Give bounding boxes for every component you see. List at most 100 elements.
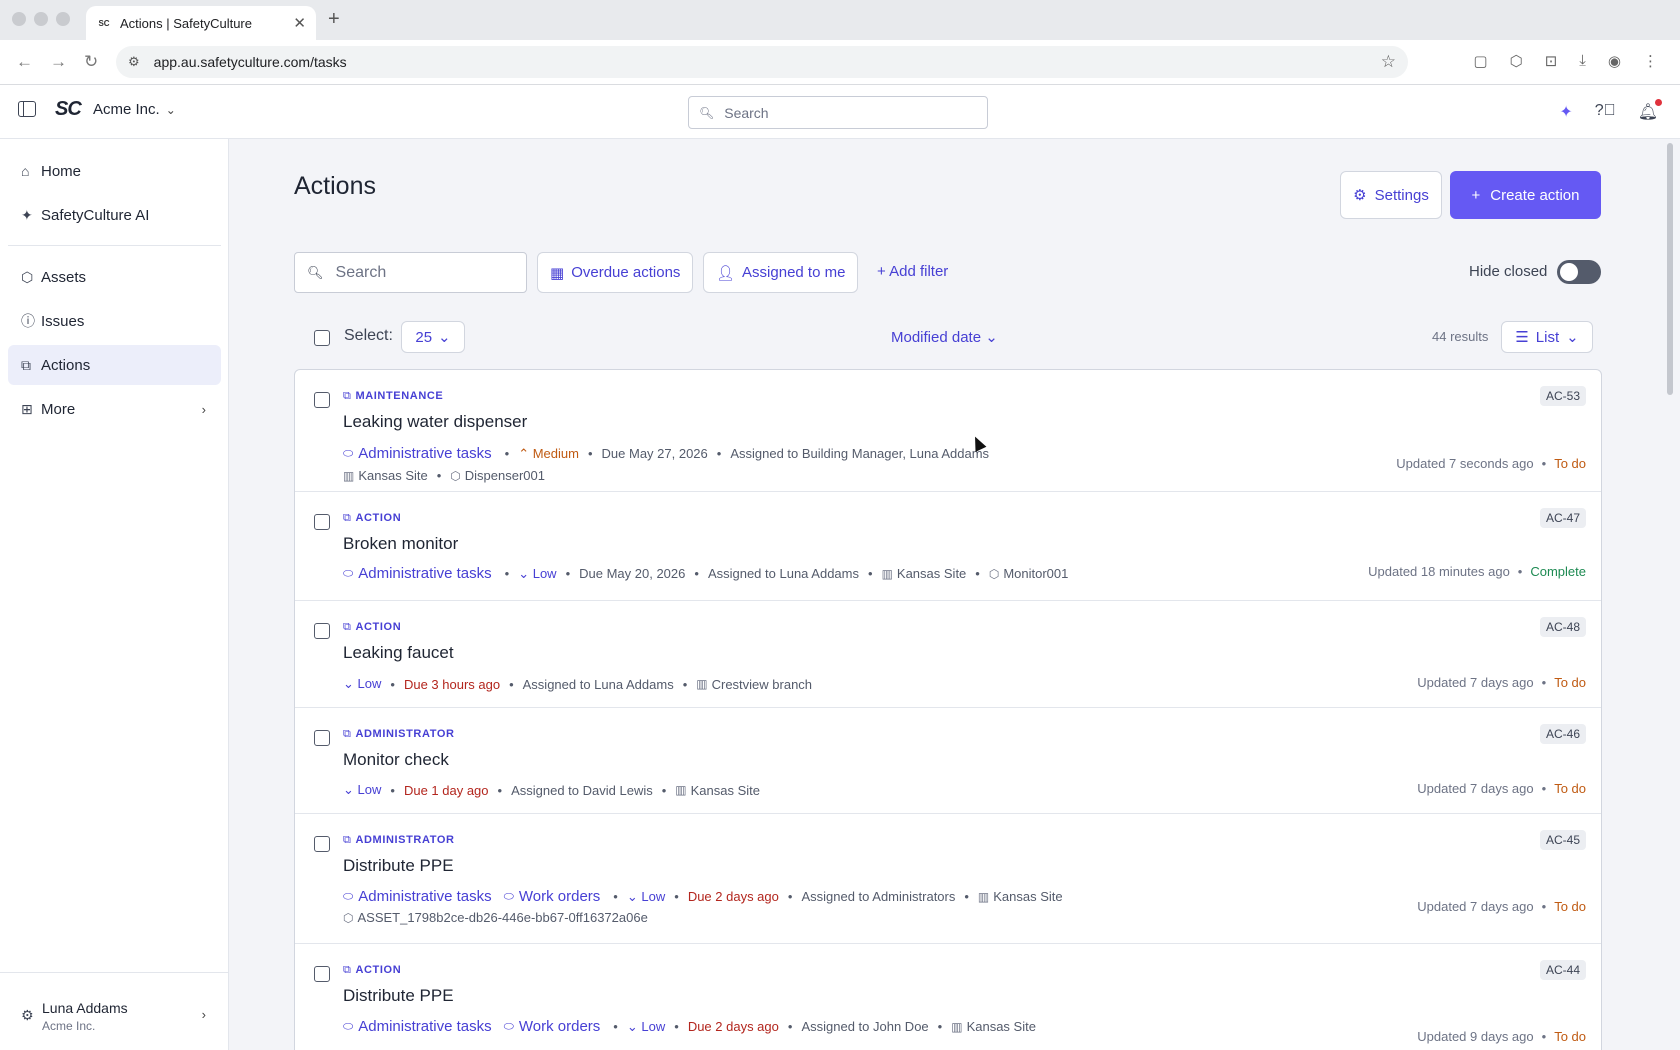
sidebar-toggle-icon[interactable] bbox=[18, 101, 36, 117]
safetyculture-logo[interactable]: SC bbox=[55, 98, 82, 121]
due-date: Due 1 day ago bbox=[403, 782, 489, 798]
tag-icon: ⬭ bbox=[343, 1019, 354, 1033]
label-chip[interactable]: ⬭ Work orders bbox=[504, 888, 601, 905]
settings-button[interactable]: ⚙ Settings bbox=[1340, 171, 1442, 219]
assigned-to-me-filter[interactable]: 👤︎ Assigned to me bbox=[703, 252, 859, 293]
browser-menu-icon[interactable]: ⋮ bbox=[1643, 52, 1658, 70]
sort-select[interactable]: Modified date ⌄ bbox=[891, 328, 998, 346]
page-size-select[interactable]: 25 ⌄ bbox=[401, 321, 465, 353]
profile-icon[interactable]: ◉ bbox=[1608, 52, 1621, 70]
label-chip[interactable]: ⬭ Administrative tasks bbox=[343, 1018, 492, 1035]
action-title[interactable]: Leaking water dispenser bbox=[343, 412, 527, 432]
overdue-actions-filter[interactable]: ▦ Overdue actions bbox=[537, 252, 694, 293]
org-switcher[interactable]: Acme Inc. ⌄ bbox=[93, 101, 176, 118]
actions-search-input[interactable]: 🔍︎ Search bbox=[294, 252, 527, 293]
list-item[interactable]: ⧉ ACTION Distribute PPE ⬭ Administrative t… bbox=[295, 944, 1601, 1050]
maximize-window-button[interactable] bbox=[56, 12, 70, 26]
sidebar-item-assets[interactable]: ⬡ Assets bbox=[8, 257, 221, 297]
site-settings-icon[interactable]: ⚙ bbox=[128, 54, 140, 70]
hide-closed-toggle[interactable] bbox=[1557, 260, 1601, 284]
label-text: Administrative tasks bbox=[358, 888, 492, 905]
close-window-button[interactable] bbox=[12, 12, 26, 26]
user-menu[interactable]: ⚙ Luna Addams Acme Inc. › bbox=[0, 972, 229, 1050]
list-item[interactable]: ⧉ ADMINISTRATOR Distribute PPE ⬭ Administr… bbox=[295, 814, 1601, 944]
help-icon[interactable]: ?⃝ bbox=[1595, 102, 1616, 122]
extensions-icon[interactable]: ⬡ bbox=[1510, 52, 1523, 70]
new-tab-button[interactable]: + bbox=[328, 8, 340, 31]
action-meta: ⬭ Administrative tasks ⬭ Work orders • ⌄ L… bbox=[343, 888, 1063, 905]
page-scrollbar[interactable] bbox=[1660, 139, 1680, 1050]
actions-search-placeholder: Search bbox=[335, 263, 387, 281]
action-title[interactable]: Monitor check bbox=[343, 750, 449, 770]
sidebar-item-more[interactable]: ⊞ More › bbox=[8, 389, 221, 429]
notifications-bell-icon[interactable]: 🔔︎ bbox=[1638, 99, 1663, 122]
chevron-down-icon: ⌄ bbox=[518, 565, 530, 581]
sidebar-item-home[interactable]: ⌂ Home bbox=[8, 151, 221, 191]
status-label: To do bbox=[1554, 456, 1586, 471]
label-chip[interactable]: ⬭ Administrative tasks bbox=[343, 565, 492, 582]
asset: ASSET_1798b2ce-db26-446e-bb67-0ff16372a0… bbox=[357, 910, 648, 925]
row-checkbox[interactable] bbox=[314, 730, 330, 746]
select-all-checkbox[interactable] bbox=[314, 330, 330, 346]
list-item[interactable]: ⧉ MAINTENANCE Leaking water dispenser ⬭ Ad… bbox=[295, 370, 1601, 492]
chevron-down-icon: ⌄ bbox=[626, 1018, 638, 1034]
priority: ⌄ Low bbox=[627, 889, 665, 905]
screenshot-icon[interactable]: ▢ bbox=[1473, 52, 1487, 70]
search-icon: 🔍︎ bbox=[307, 264, 324, 280]
address-bar[interactable]: ⚙ app.au.safetyculture.com/tasks ☆ bbox=[116, 46, 1408, 78]
action-status: Updated 7 seconds ago • To do bbox=[1396, 456, 1586, 471]
alert-icon: ⓘ bbox=[21, 313, 35, 329]
label-chip[interactable]: ⬭ Administrative tasks bbox=[343, 445, 492, 462]
row-checkbox[interactable] bbox=[314, 966, 330, 982]
label-text: Administrative tasks bbox=[358, 445, 492, 462]
create-action-button[interactable]: + Create action bbox=[1450, 171, 1601, 219]
row-checkbox[interactable] bbox=[314, 514, 330, 530]
action-ref-badge: AC-45 bbox=[1539, 830, 1586, 850]
add-filter-button[interactable]: + Add filter bbox=[877, 263, 948, 280]
tag-icon: ⬭ bbox=[503, 889, 514, 903]
close-tab-icon[interactable]: ✕ bbox=[293, 14, 306, 32]
tab-search-icon[interactable]: ⊡ bbox=[1545, 52, 1558, 70]
ai-sparkle-icon[interactable]: ✦ bbox=[1559, 102, 1572, 122]
bookmark-star-icon[interactable]: ☆ bbox=[1381, 52, 1396, 72]
back-icon[interactable]: ← bbox=[16, 52, 33, 72]
reload-icon[interactable]: ↻ bbox=[84, 52, 98, 72]
row-checkbox[interactable] bbox=[314, 836, 330, 852]
label-chip[interactable]: ⬭ Work orders bbox=[504, 1018, 601, 1035]
action-title[interactable]: Distribute PPE bbox=[343, 856, 454, 876]
action-ref-badge: AC-46 bbox=[1539, 724, 1586, 744]
add-filter-label: Add filter bbox=[889, 263, 949, 280]
row-checkbox[interactable] bbox=[314, 623, 330, 639]
list-item[interactable]: ⧉ ADMINISTRATOR Monitor check ⌄ Low • Due… bbox=[295, 708, 1601, 814]
scrollbar-thumb[interactable] bbox=[1667, 143, 1673, 395]
sidebar-item-issues[interactable]: ⓘ Issues bbox=[8, 301, 221, 341]
minimize-window-button[interactable] bbox=[34, 12, 48, 26]
forward-icon[interactable]: → bbox=[50, 52, 67, 72]
browser-tab[interactable]: SC Actions | SafetyCulture ✕ bbox=[86, 6, 316, 40]
action-title[interactable]: Leaking faucet bbox=[343, 643, 454, 663]
calendar-icon: ▦ bbox=[550, 264, 565, 282]
site: Crestview branch bbox=[711, 676, 813, 692]
list-icon: ☰ bbox=[1515, 329, 1529, 346]
building-icon: ▥ bbox=[343, 468, 355, 483]
label-text: Work orders bbox=[518, 888, 601, 905]
view-select[interactable]: ☰ List ⌄ bbox=[1501, 321, 1593, 353]
row-checkbox[interactable] bbox=[314, 392, 330, 408]
action-title[interactable]: Broken monitor bbox=[343, 534, 458, 554]
assignees: Assigned to Building Manager, Luna Addam… bbox=[730, 446, 990, 461]
action-title[interactable]: Distribute PPE bbox=[343, 986, 454, 1006]
label-chip[interactable]: ⬭ Administrative tasks bbox=[343, 888, 492, 905]
action-ref-badge: AC-53 bbox=[1539, 386, 1586, 406]
action-ref-badge: AC-44 bbox=[1539, 960, 1586, 980]
org-name: Acme Inc. bbox=[93, 101, 160, 118]
assignees: Assigned to Administrators bbox=[801, 889, 956, 904]
global-search-input[interactable]: 🔍︎ Search bbox=[688, 96, 988, 129]
download-icon[interactable]: ⤓ bbox=[1579, 52, 1586, 70]
priority-label: Low bbox=[532, 565, 557, 581]
cube-icon: ⬡ bbox=[21, 268, 34, 285]
sidebar-item-actions[interactable]: ⧉ Actions bbox=[8, 345, 221, 385]
list-item[interactable]: ⧉ ACTION Leaking faucet ⌄ Low • Due 3 hou… bbox=[295, 601, 1601, 708]
sidebar-item-safetyculture-ai[interactable]: ✦ SafetyCulture AI bbox=[8, 195, 221, 235]
assignees: Assigned to David Lewis bbox=[511, 782, 653, 798]
list-item[interactable]: ⧉ ACTION Broken monitor ⬭ Administrative t… bbox=[295, 492, 1601, 601]
